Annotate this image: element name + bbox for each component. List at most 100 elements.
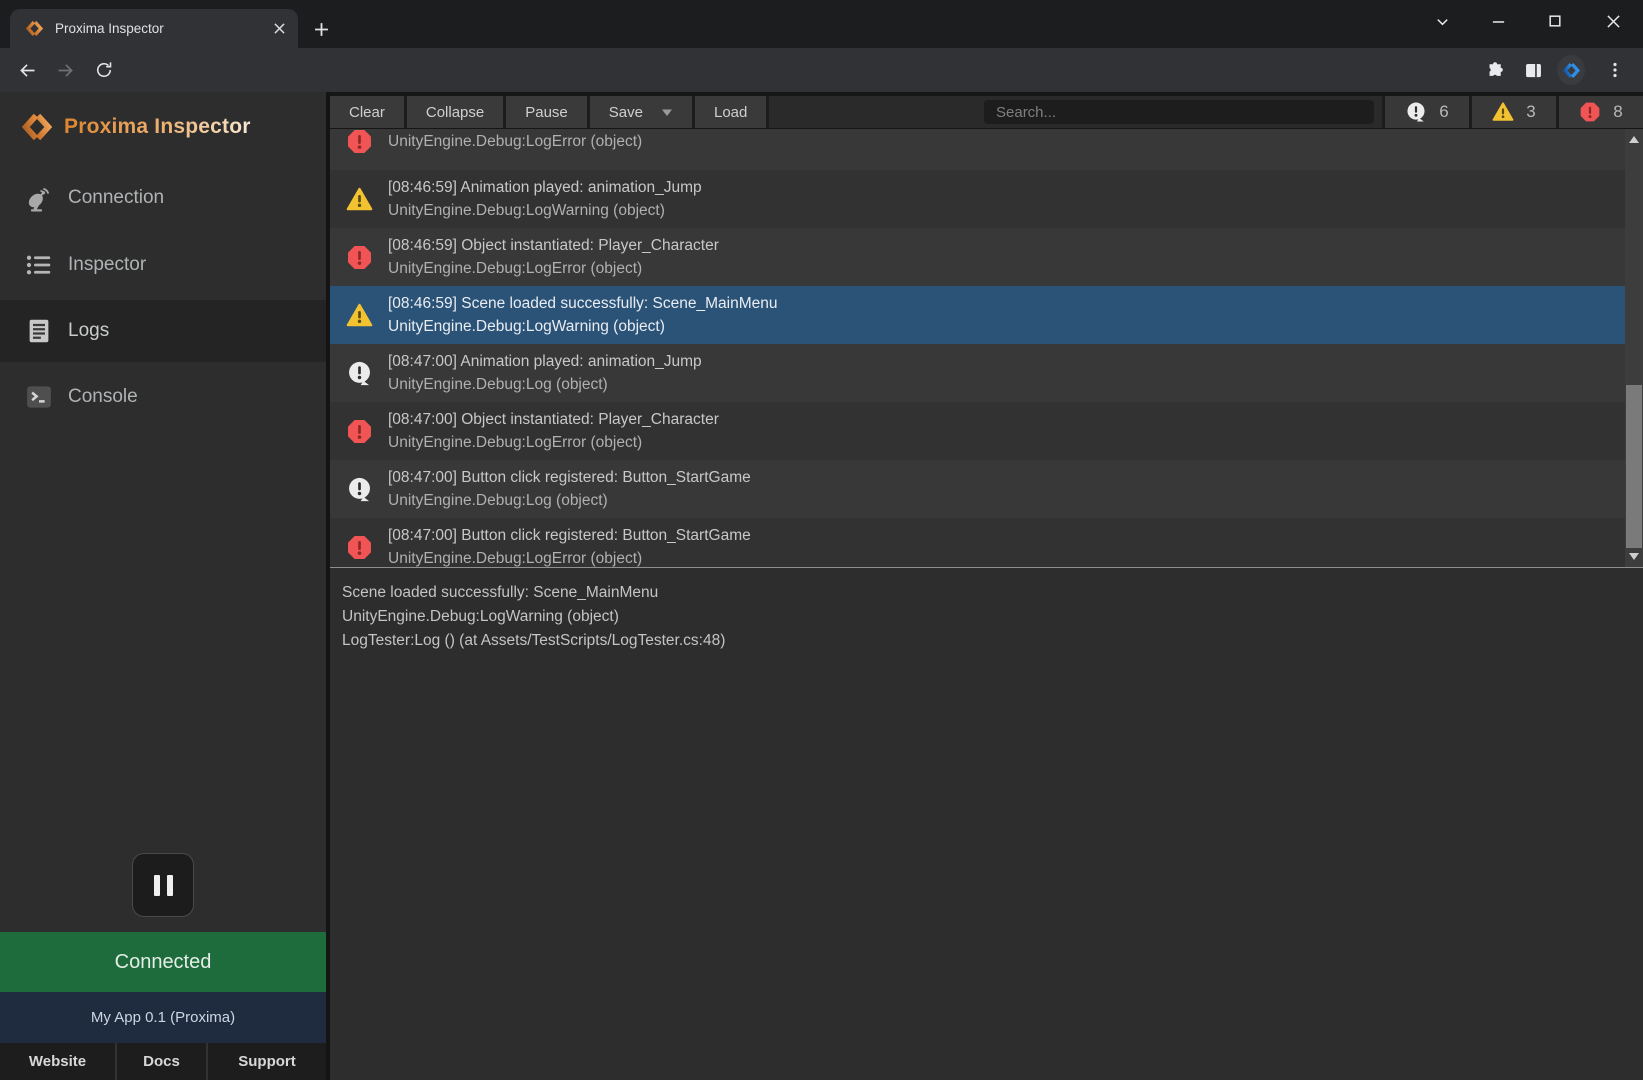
log-stacktrace: UnityEngine.Debug:LogWarning (object) bbox=[388, 315, 1625, 338]
log-count-filter[interactable]: 6 bbox=[1382, 96, 1469, 128]
log-message: [08:47:00] Button click registered: Butt… bbox=[388, 524, 1625, 547]
log-stacktrace: UnityEngine.Debug:Log (object) bbox=[388, 489, 1625, 512]
reload-button[interactable] bbox=[91, 57, 117, 83]
satellite-icon bbox=[24, 183, 54, 213]
warning-triangle-icon bbox=[346, 186, 373, 213]
tab-title: Proxima Inspector bbox=[55, 21, 270, 36]
info-bubble-icon bbox=[346, 360, 373, 387]
log-message: [08:46:59] Animation played: animation_J… bbox=[388, 176, 1625, 199]
sidebar-item-inspector[interactable]: Inspector bbox=[0, 241, 326, 289]
error-octagon-icon bbox=[346, 129, 373, 155]
log-message: [08:46:59] Scene loaded successfully: Sc… bbox=[388, 292, 1625, 315]
detail-line: Scene loaded successfully: Scene_MainMen… bbox=[342, 581, 1631, 605]
screen: Proxima Inspector bbox=[0, 0, 1643, 1080]
detail-line: LogTester:Log () (at Assets/TestScripts/… bbox=[342, 629, 1631, 653]
side-panel-icon[interactable] bbox=[1519, 56, 1547, 84]
tab-favicon-proxima-icon bbox=[26, 20, 43, 37]
log-stacktrace: UnityEngine.Debug:Log (object) bbox=[388, 373, 1625, 396]
log-message: [08:47:00] Animation played: animation_J… bbox=[388, 350, 1625, 373]
log-count: 6 bbox=[1439, 102, 1448, 122]
log-row[interactable]: [08:47:00] Button click registered: Butt… bbox=[330, 518, 1625, 567]
log-row[interactable]: [08:47:00] Object instantiated: Player_C… bbox=[330, 402, 1625, 460]
save-button[interactable]: Save bbox=[590, 96, 695, 128]
save-dropdown-caret-icon[interactable] bbox=[661, 108, 673, 117]
scroll-up-arrow-icon[interactable] bbox=[1629, 136, 1639, 143]
terminal-icon bbox=[24, 382, 54, 412]
log-row[interactable]: [08:47:00] Animation played: animation_J… bbox=[330, 344, 1625, 402]
log-stacktrace: UnityEngine.Debug:LogError (object) bbox=[388, 257, 1625, 280]
sidebar-item-logs[interactable]: Logs bbox=[0, 300, 326, 362]
error-octagon-icon bbox=[346, 418, 373, 445]
log-detail-panel: Scene loaded successfully: Scene_MainMen… bbox=[330, 567, 1643, 1080]
log-message: [08:47:00] Object instantiated: Player_C… bbox=[388, 408, 1625, 431]
log-row[interactable]: [08:46:59] Animation played: animation_J… bbox=[330, 170, 1625, 228]
document-icon bbox=[24, 316, 54, 346]
footer-link-website[interactable]: Website bbox=[0, 1043, 115, 1080]
tab-search-chevron-icon[interactable] bbox=[1427, 6, 1457, 36]
brand: Proxima Inspector bbox=[22, 112, 251, 142]
connection-pause-button[interactable] bbox=[132, 853, 194, 917]
extensions-puzzle-icon[interactable] bbox=[1481, 56, 1509, 84]
load-button[interactable]: Load bbox=[695, 96, 769, 128]
error-count-filter[interactable]: 8 bbox=[1556, 96, 1643, 128]
profile-avatar[interactable] bbox=[1557, 56, 1585, 84]
list-icon bbox=[24, 250, 54, 280]
tab-close-icon[interactable] bbox=[270, 20, 288, 38]
connection-status-badge: Connected bbox=[0, 932, 326, 992]
sidebar-item-label: Logs bbox=[68, 320, 109, 342]
log-row[interactable]: [08:46:59] Object instantiated: Player_C… bbox=[330, 228, 1625, 286]
window-close-button[interactable] bbox=[1598, 6, 1628, 36]
error-octagon-icon bbox=[1579, 101, 1601, 123]
sidebar-item-console[interactable]: Console bbox=[0, 373, 326, 421]
scroll-down-arrow-icon[interactable] bbox=[1629, 553, 1639, 560]
log-list: UnityEngine.Debug:LogError (object) [08:… bbox=[330, 129, 1625, 567]
log-stacktrace: UnityEngine.Debug:LogError (object) bbox=[388, 130, 1625, 153]
detail-line: UnityEngine.Debug:LogWarning (object) bbox=[342, 605, 1631, 629]
info-bubble-icon bbox=[1405, 101, 1427, 123]
sidebar-item-label: Console bbox=[68, 386, 138, 408]
browser-tab[interactable]: Proxima Inspector bbox=[10, 9, 298, 48]
sidebar-item-label: Connection bbox=[68, 187, 164, 209]
collapse-button[interactable]: Collapse bbox=[407, 96, 506, 128]
sidebar: Proxima Inspector Connection bbox=[0, 92, 330, 1080]
footer-link-docs[interactable]: Docs bbox=[115, 1043, 206, 1080]
log-stacktrace: UnityEngine.Debug:LogError (object) bbox=[388, 431, 1625, 454]
warning-triangle-icon bbox=[346, 302, 373, 329]
new-tab-button[interactable] bbox=[308, 16, 334, 42]
error-count: 8 bbox=[1613, 102, 1622, 122]
error-octagon-icon bbox=[346, 534, 373, 561]
back-button[interactable] bbox=[14, 57, 40, 83]
app-info-label: My App 0.1 (Proxima) bbox=[91, 1009, 235, 1026]
log-row[interactable]: [08:47:00] Button click registered: Butt… bbox=[330, 460, 1625, 518]
error-octagon-icon bbox=[346, 244, 373, 271]
log-row[interactable]: UnityEngine.Debug:LogError (object) bbox=[330, 129, 1625, 170]
sidebar-footer: Website Docs Support bbox=[0, 1043, 326, 1080]
window-minimize-button[interactable] bbox=[1483, 6, 1513, 36]
browser-navbar: Not secure | https://10.0.0.216:7759/log… bbox=[0, 48, 1643, 92]
log-stacktrace: UnityEngine.Debug:LogWarning (object) bbox=[388, 199, 1625, 222]
footer-link-support[interactable]: Support bbox=[206, 1043, 326, 1080]
log-stacktrace: UnityEngine.Debug:LogError (object) bbox=[388, 547, 1625, 567]
window-maximize-button[interactable] bbox=[1540, 6, 1570, 36]
log-message: [08:47:00] Button click registered: Butt… bbox=[388, 466, 1625, 489]
connection-status-label: Connected bbox=[115, 951, 212, 974]
logs-page: Clear Collapse Pause Save Load bbox=[330, 92, 1643, 1080]
logs-toolbar: Clear Collapse Pause Save Load bbox=[330, 92, 1643, 129]
proxima-app: Proxima Inspector Connection bbox=[0, 92, 1643, 1080]
brand-title: Proxima Inspector bbox=[64, 115, 251, 139]
log-message: [08:46:59] Object instantiated: Player_C… bbox=[388, 234, 1625, 257]
log-scrollbar[interactable] bbox=[1625, 129, 1643, 567]
warning-count: 3 bbox=[1526, 102, 1535, 122]
pause-icon bbox=[154, 875, 173, 896]
search-input[interactable] bbox=[984, 100, 1374, 124]
browser-menu-kebab-icon[interactable] bbox=[1601, 56, 1629, 84]
proxima-logo-icon bbox=[22, 112, 52, 142]
log-row[interactable]: [08:46:59] Scene loaded successfully: Sc… bbox=[330, 286, 1625, 344]
warning-count-filter[interactable]: 3 bbox=[1469, 96, 1556, 128]
sidebar-item-connection[interactable]: Connection bbox=[0, 174, 326, 222]
sidebar-item-label: Inspector bbox=[68, 254, 146, 276]
scrollbar-thumb[interactable] bbox=[1626, 385, 1642, 548]
forward-button[interactable] bbox=[52, 57, 78, 83]
clear-button[interactable]: Clear bbox=[330, 96, 407, 128]
pause-logs-button[interactable]: Pause bbox=[506, 96, 590, 128]
